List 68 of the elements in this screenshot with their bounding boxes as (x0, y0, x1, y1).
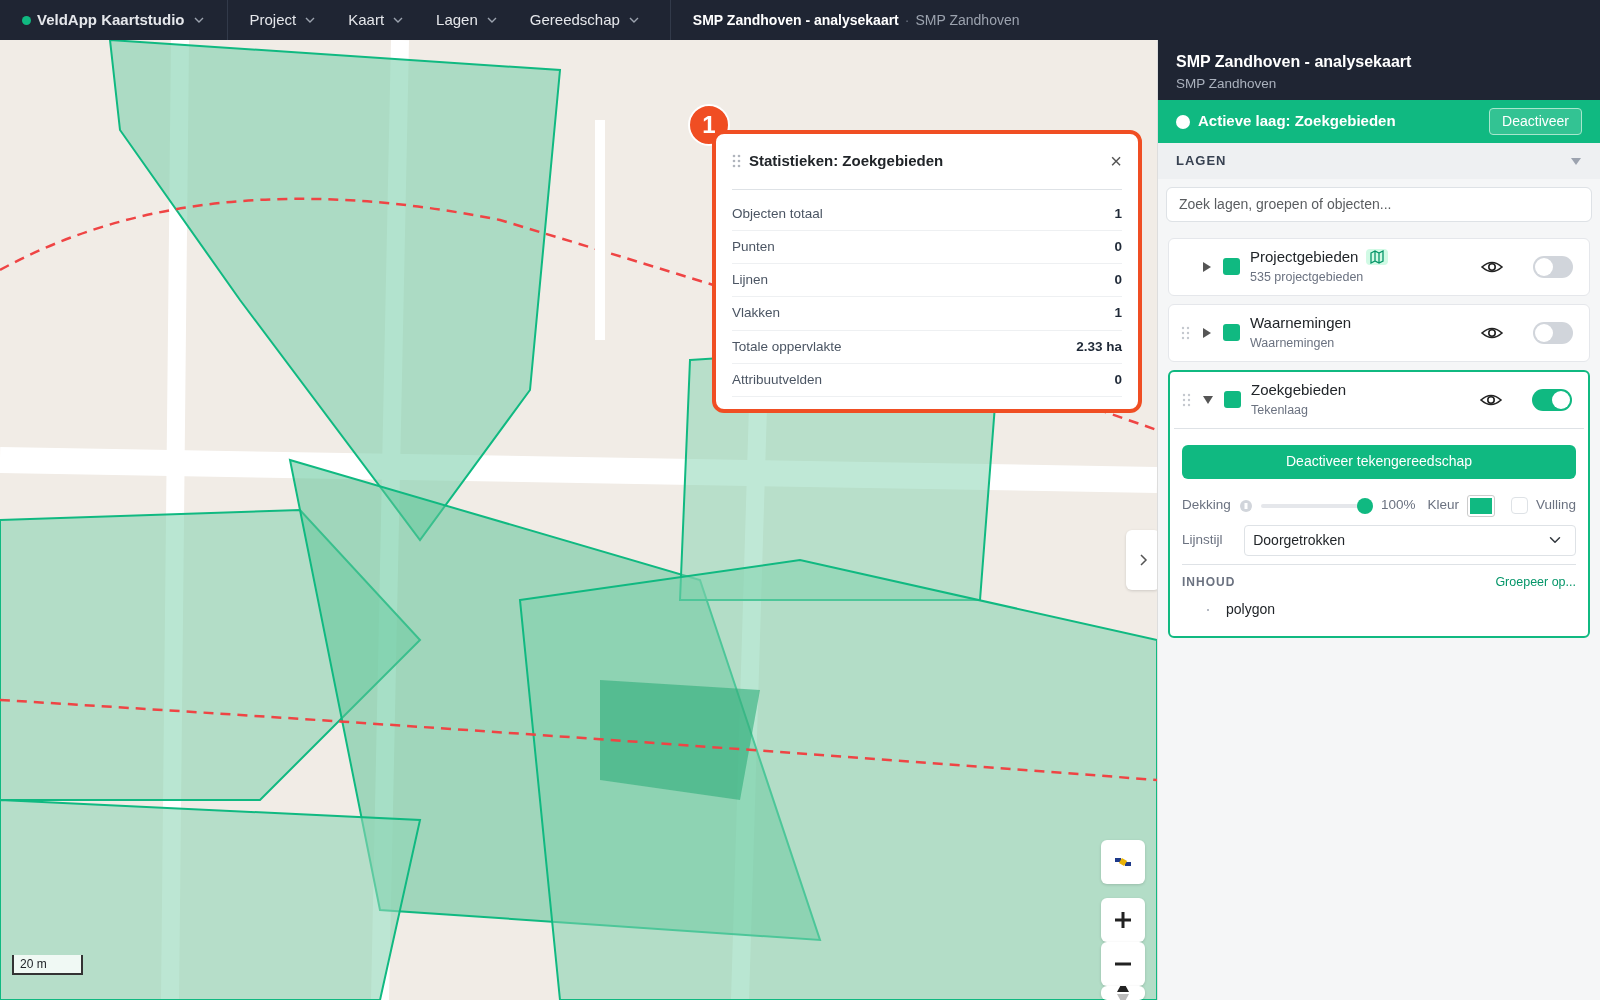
color-picker[interactable] (1466, 494, 1495, 517)
compass-button[interactable] (1101, 986, 1145, 1000)
stat-label: Vlakken (732, 304, 781, 323)
stat-label: Punten (732, 237, 775, 256)
visibility-toggle[interactable] (1533, 321, 1573, 344)
expand-icon[interactable] (1201, 260, 1213, 273)
stat-label: Totale oppervlakte (732, 337, 842, 356)
opacity-reading: 100% (1380, 496, 1416, 515)
fill-checkbox[interactable] (1510, 497, 1528, 514)
plus-icon (1114, 911, 1132, 929)
drag-handle-icon[interactable] (732, 154, 741, 169)
active-layer-label: Actieve laag: Zoekgebieden (1198, 111, 1397, 132)
stat-value: 2.33 ha (1076, 337, 1122, 356)
stat-value: 0 (1114, 271, 1122, 289)
stat-value: 1 (1114, 304, 1122, 323)
line-style-select[interactable]: Doorgetrokken (1244, 524, 1576, 556)
visibility-toggle[interactable] (1532, 388, 1572, 411)
group-by-link[interactable]: Groepeer op... (1495, 572, 1576, 592)
layer-subtitle: Tekenlaag (1251, 402, 1309, 420)
collapse-caret-icon[interactable] (1570, 155, 1582, 166)
stat-value: 0 (1114, 370, 1122, 389)
satellite-icon (1114, 855, 1132, 869)
color-label: Kleur (1427, 496, 1459, 515)
map-icon (1370, 250, 1385, 265)
menu-item[interactable]: Lagen (436, 8, 498, 32)
layer-subtitle: 535 projectgebieden (1250, 269, 1365, 287)
layer-name: Projectgebieden (1250, 246, 1359, 267)
slider-thumb[interactable] (1356, 497, 1373, 514)
drag-handle-icon[interactable] (1181, 325, 1190, 340)
chevron-right-icon (1138, 553, 1148, 567)
stat-label: Objecten totaal (732, 204, 823, 223)
popup-title: Statistieken: Zoekgebieden (749, 151, 945, 171)
close-button[interactable]: × (1110, 151, 1122, 172)
section-header: LAGEN (1176, 152, 1227, 170)
layer-style-button[interactable] (1101, 840, 1145, 884)
search-field[interactable]: Zoek lagen, groepen of objecten... (1166, 186, 1592, 222)
stat-label: Attribuutvelden (732, 370, 823, 389)
expand-icon[interactable] (1201, 326, 1213, 339)
collapse-button[interactable] (1126, 530, 1157, 590)
layer-name: Zoekgebieden (1251, 379, 1347, 400)
info-icon[interactable] (1238, 498, 1253, 513)
collapse-icon[interactable] (1202, 393, 1214, 406)
minus-icon (1114, 962, 1132, 966)
drag-handle-icon[interactable] (1182, 392, 1191, 407)
stat-value: 0 (1114, 237, 1122, 256)
menu-item[interactable]: Kaart (348, 8, 405, 32)
menu-item[interactable]: Project (249, 8, 317, 32)
content-header: INHOUD (1182, 573, 1236, 591)
app-menu[interactable]: VeldApp Kaartstudio (37, 8, 205, 32)
status-dot (1176, 114, 1190, 129)
fill-label: Vulling (1535, 496, 1576, 515)
content-item[interactable]: polygon (1226, 599, 1276, 621)
menu-item[interactable]: Gereedschap (529, 8, 640, 32)
scale-bar: 20 m (12, 955, 83, 975)
status-dot (22, 15, 31, 25)
stat-value: 1 (1114, 204, 1122, 223)
layer-name: Waarnemingen (1250, 312, 1352, 333)
zoom-in-button[interactable] (1101, 898, 1145, 942)
panel-subtitle: SMP Zandhoven (1176, 75, 1278, 93)
separator: · (904, 10, 910, 30)
stat-label: Lijnen (732, 271, 769, 289)
line-style-label: Lijnstijl (1182, 530, 1224, 549)
project-name: SMP Zandhoven (915, 10, 1020, 30)
layer-subtitle: Waarnemingen (1250, 335, 1336, 353)
opacity-label: Dekking (1182, 496, 1231, 515)
visibility-toggle[interactable] (1533, 255, 1573, 278)
panel-title: SMP Zandhoven - analysekaart (1176, 52, 1413, 72)
map-title: SMP Zandhoven - analysekaart (692, 10, 899, 30)
